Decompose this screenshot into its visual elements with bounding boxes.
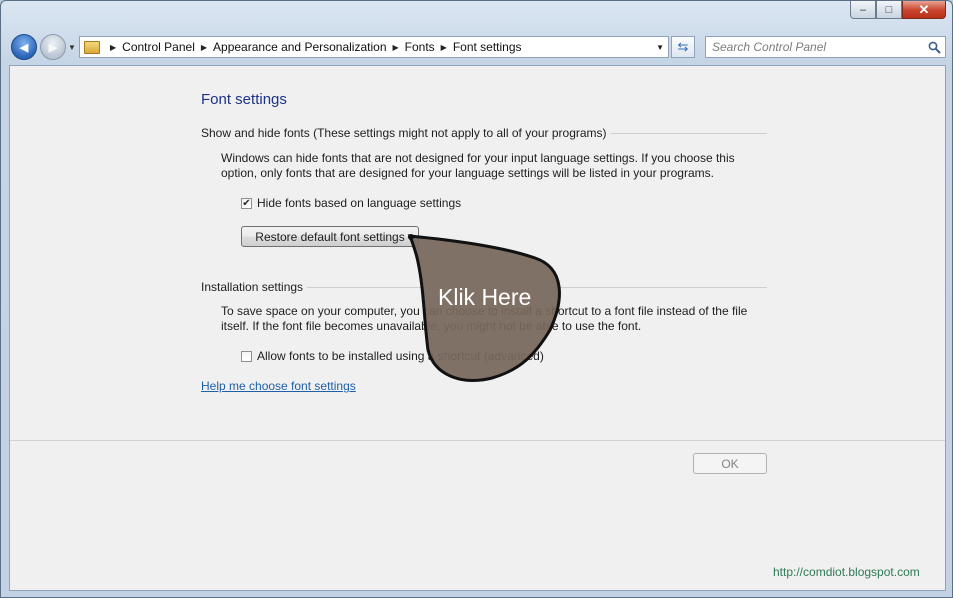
breadcrumb-appearance[interactable]: Appearance and Personalization: [213, 40, 386, 54]
close-button[interactable]: ✕: [902, 1, 946, 19]
description-line: itself. If the font file becomes unavail…: [221, 319, 642, 333]
group-header-label: Show and hide fonts (These settings migh…: [201, 126, 607, 140]
description-line: Windows can hide fonts that are not desi…: [221, 151, 735, 165]
hide-fonts-checkbox[interactable]: ✔: [241, 197, 252, 209]
divider: [307, 287, 767, 288]
restore-default-font-settings-button[interactable]: Restore default font settings: [241, 226, 419, 247]
allow-shortcut-label[interactable]: Allow fonts to be installed using a shor…: [257, 349, 544, 363]
breadcrumb-fonts[interactable]: Fonts: [405, 40, 435, 54]
allow-shortcut-option[interactable]: Allow fonts to be installed using a shor…: [241, 349, 544, 363]
chevron-right-icon[interactable]: ▶: [393, 43, 399, 52]
description-line: option, only fonts that are designed for…: [221, 166, 714, 180]
navigation-bar: ◀ ▶ ▼ ▶ Control Panel ▶ Appearance and P…: [9, 34, 946, 60]
refresh-button[interactable]: ⇆: [671, 36, 695, 58]
callout-label: Klik Here: [438, 284, 532, 310]
divider: [610, 133, 767, 134]
forward-arrow-icon: ▶: [48, 41, 58, 54]
recent-pages-dropdown-icon[interactable]: ▼: [68, 43, 76, 52]
chevron-right-icon[interactable]: ▶: [441, 43, 447, 52]
group-header-label: Installation settings: [201, 280, 304, 294]
address-dropdown-icon[interactable]: ▼: [656, 43, 664, 52]
control-panel-folder-icon: [84, 40, 100, 54]
search-placeholder: Search Control Panel: [712, 40, 827, 54]
help-choose-font-settings-link[interactable]: Help me choose font settings: [201, 379, 356, 393]
caption-buttons: – □ ✕: [850, 1, 946, 19]
chevron-right-icon[interactable]: ▶: [110, 43, 116, 52]
hide-fonts-label[interactable]: Hide fonts based on language settings: [257, 196, 461, 210]
breadcrumb-control-panel[interactable]: Control Panel: [122, 40, 195, 54]
search-icon[interactable]: [928, 41, 941, 54]
back-arrow-icon: ◀: [19, 41, 29, 54]
ok-button[interactable]: OK: [693, 453, 767, 474]
hide-fonts-option[interactable]: ✔ Hide fonts based on language settings: [241, 196, 461, 210]
page-title: Font settings: [201, 91, 287, 108]
content-pane: Font settings Show and hide fonts (These…: [9, 65, 946, 591]
chevron-right-icon[interactable]: ▶: [201, 43, 207, 52]
show-hide-fonts-header: Show and hide fonts (These settings migh…: [201, 126, 767, 140]
address-bar[interactable]: ▶ Control Panel ▶ Appearance and Persona…: [79, 36, 669, 58]
back-button[interactable]: ◀: [11, 34, 37, 60]
minimize-button[interactable]: –: [850, 1, 876, 19]
search-input[interactable]: Search Control Panel: [705, 36, 946, 58]
footer-divider: [10, 440, 945, 441]
show-hide-description: Windows can hide fonts that are not desi…: [221, 151, 761, 181]
forward-button[interactable]: ▶: [40, 34, 66, 60]
breadcrumb-font-settings[interactable]: Font settings: [453, 40, 522, 54]
allow-shortcut-checkbox[interactable]: [241, 350, 252, 362]
refresh-icon: ⇆: [677, 39, 689, 54]
watermark-url: http://comdiot.blogspot.com: [773, 565, 920, 579]
maximize-button[interactable]: □: [876, 1, 902, 19]
